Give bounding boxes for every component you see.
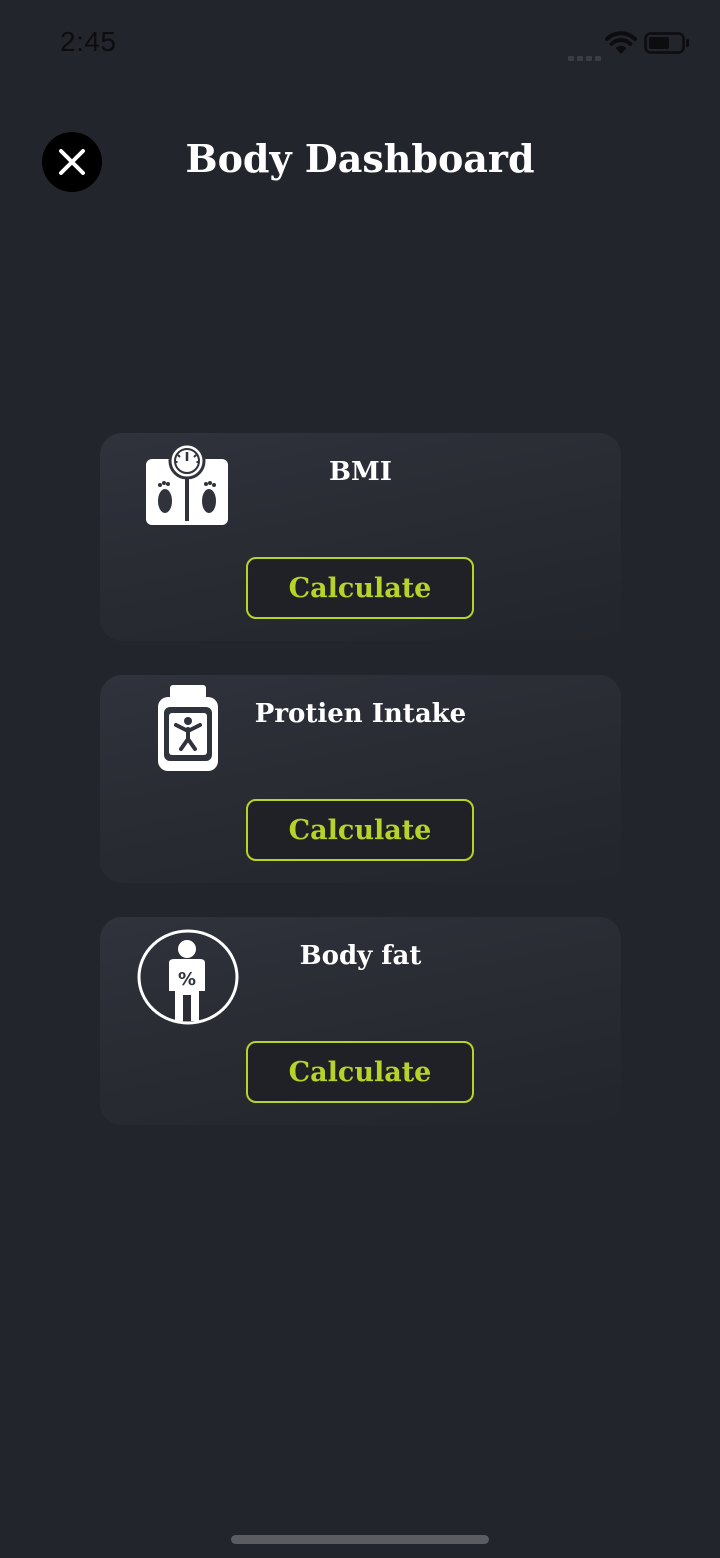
wifi-icon [605,31,637,54]
bmi-calculate-button[interactable]: Calculate [246,557,474,619]
status-time: 2:45 [60,26,117,57]
card-title: Protien Intake [254,699,467,729]
body-fat-calculate-button[interactable]: Calculate [246,1041,474,1103]
bmi-card: BMI Calculate [100,433,621,641]
status-bar: 2:45 [0,0,720,90]
cellular-signal-icon [568,46,604,65]
card-title: BMI [329,457,392,487]
protein-intake-card: Protien Intake Calculate [100,675,621,883]
battery-icon [644,32,689,54]
svg-text:%: % [178,969,196,990]
page-title: Body Dashboard [185,136,535,181]
protein-calculate-button[interactable]: Calculate [246,799,474,861]
home-indicator[interactable] [231,1535,489,1544]
card-title: Body fat [299,941,422,971]
body-fat-card: % Body fat Calculate [100,917,621,1125]
